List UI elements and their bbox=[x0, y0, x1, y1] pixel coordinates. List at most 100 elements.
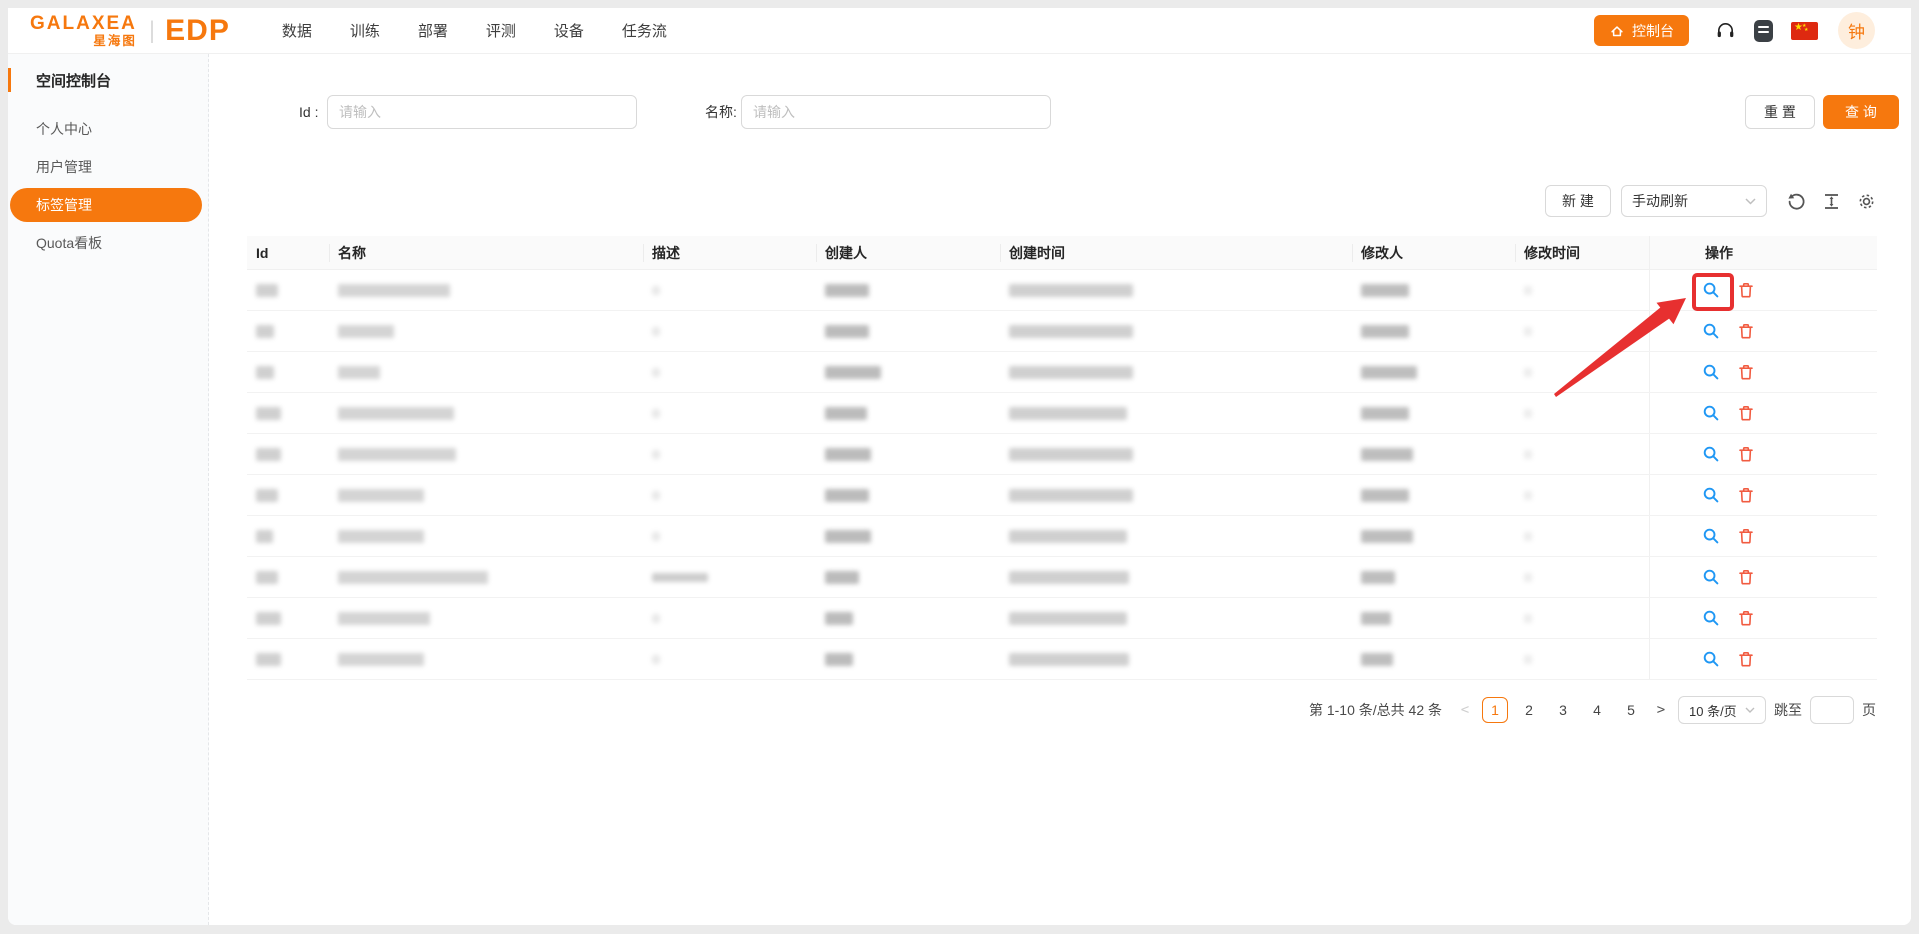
cell bbox=[329, 557, 643, 597]
sidebar-menu: 个人中心 用户管理 标签管理 Quota看板 bbox=[8, 110, 208, 262]
page-button-3[interactable]: 3 bbox=[1550, 697, 1576, 723]
cell bbox=[816, 639, 1000, 679]
cell bbox=[643, 639, 816, 679]
delete-button[interactable] bbox=[1737, 609, 1755, 627]
column-height-icon[interactable] bbox=[1823, 193, 1840, 210]
blurred-text bbox=[256, 365, 274, 379]
blurred-text bbox=[1361, 365, 1417, 379]
cell bbox=[816, 270, 1000, 310]
nav-item-6[interactable]: 任务流 bbox=[622, 20, 667, 41]
cell bbox=[1515, 352, 1649, 392]
blurred-text bbox=[1361, 488, 1409, 502]
actions-cell bbox=[1649, 516, 1877, 556]
cell bbox=[329, 393, 643, 433]
blurred-text bbox=[256, 570, 278, 584]
logo-divider: | bbox=[148, 16, 156, 44]
user-avatar[interactable]: 钟 bbox=[1838, 12, 1875, 49]
delete-button[interactable] bbox=[1737, 486, 1755, 504]
table-row bbox=[247, 393, 1877, 434]
sidebar-item-4[interactable]: Quota看板 bbox=[8, 224, 208, 262]
sidebar-item-2[interactable]: 用户管理 bbox=[8, 148, 208, 186]
delete-button[interactable] bbox=[1737, 445, 1755, 463]
view-button[interactable] bbox=[1702, 322, 1720, 340]
blurred-text bbox=[256, 652, 281, 666]
filter-form: Id : 名称: 重 置 查 询 bbox=[209, 95, 1911, 129]
cell bbox=[329, 475, 643, 515]
delete-button[interactable] bbox=[1737, 527, 1755, 545]
magnifier-icon bbox=[1703, 446, 1719, 462]
page-button-5[interactable]: 5 bbox=[1618, 697, 1644, 723]
cell bbox=[247, 639, 329, 679]
nav-item-3[interactable]: 部署 bbox=[418, 20, 448, 41]
console-button[interactable]: 控制台 bbox=[1594, 15, 1689, 46]
new-button[interactable]: 新 建 bbox=[1545, 185, 1611, 217]
blurred-text bbox=[1361, 611, 1391, 625]
reset-button[interactable]: 重 置 bbox=[1745, 95, 1815, 129]
search-button[interactable]: 查 询 bbox=[1823, 95, 1899, 129]
view-button[interactable] bbox=[1702, 445, 1720, 463]
cell bbox=[329, 598, 643, 638]
prev-page-button[interactable]: < bbox=[1456, 702, 1474, 718]
headset-icon[interactable] bbox=[1715, 20, 1736, 41]
terminal-book-icon[interactable] bbox=[1754, 19, 1773, 42]
cell bbox=[1515, 516, 1649, 556]
nav-item-1[interactable]: 数据 bbox=[282, 20, 312, 41]
delete-button[interactable] bbox=[1737, 363, 1755, 381]
page-button-4[interactable]: 4 bbox=[1584, 697, 1610, 723]
next-page-button[interactable]: > bbox=[1652, 702, 1670, 718]
view-button[interactable] bbox=[1702, 404, 1720, 422]
view-button[interactable] bbox=[1692, 273, 1734, 311]
nav-item-5[interactable]: 设备 bbox=[554, 20, 584, 41]
view-button[interactable] bbox=[1702, 650, 1720, 668]
magnifier-icon bbox=[1703, 282, 1719, 298]
console-label: 控制台 bbox=[1632, 22, 1674, 39]
id-filter-label: Id : bbox=[299, 104, 319, 120]
gear-icon[interactable] bbox=[1857, 192, 1876, 211]
cell bbox=[1000, 311, 1352, 351]
view-button[interactable] bbox=[1702, 363, 1720, 381]
china-flag-icon[interactable]: ★ ★ ★ bbox=[1791, 21, 1818, 40]
sidebar-item-3[interactable]: 标签管理 bbox=[10, 188, 202, 222]
blurred-text bbox=[1524, 531, 1532, 541]
blurred-text bbox=[1009, 447, 1133, 461]
cell bbox=[643, 393, 816, 433]
blurred-text bbox=[825, 406, 867, 420]
cell bbox=[1515, 393, 1649, 433]
name-filter-input[interactable] bbox=[741, 95, 1051, 129]
view-button[interactable] bbox=[1702, 527, 1720, 545]
delete-button[interactable] bbox=[1737, 404, 1755, 422]
delete-button[interactable] bbox=[1737, 568, 1755, 586]
column-header: 描述 bbox=[643, 236, 816, 269]
chevron-down-icon bbox=[1745, 197, 1756, 205]
delete-button[interactable] bbox=[1737, 650, 1755, 668]
delete-button[interactable] bbox=[1737, 281, 1755, 299]
jump-suffix: 页 bbox=[1862, 702, 1876, 718]
column-header: 修改人 bbox=[1352, 236, 1515, 269]
tags-table: Id 名称 描述 创建人 创建时间 修改人 修改时间 操作 bbox=[247, 236, 1877, 680]
page-size-select[interactable]: 10 条/页 bbox=[1678, 696, 1766, 724]
sidebar-item-1[interactable]: 个人中心 bbox=[8, 110, 208, 148]
table-header: Id 名称 描述 创建人 创建时间 修改人 修改时间 操作 bbox=[247, 236, 1877, 270]
trash-icon bbox=[1739, 610, 1753, 625]
refresh-mode-select[interactable]: 手动刷新 bbox=[1621, 185, 1767, 217]
delete-button[interactable] bbox=[1737, 322, 1755, 340]
logo-text: GALAXEA bbox=[30, 12, 137, 34]
cell bbox=[1000, 639, 1352, 679]
id-filter-input[interactable] bbox=[327, 95, 637, 129]
view-button[interactable] bbox=[1702, 609, 1720, 627]
reload-icon[interactable] bbox=[1787, 192, 1806, 211]
page-button-1[interactable]: 1 bbox=[1482, 697, 1508, 723]
cell bbox=[247, 516, 329, 556]
page-button-2[interactable]: 2 bbox=[1516, 697, 1542, 723]
cell bbox=[329, 639, 643, 679]
view-button[interactable] bbox=[1702, 486, 1720, 504]
cell bbox=[643, 352, 816, 392]
blurred-text bbox=[338, 488, 424, 502]
blurred-text bbox=[652, 613, 660, 623]
view-button[interactable] bbox=[1702, 568, 1720, 586]
blurred-text bbox=[1009, 488, 1133, 502]
nav-item-4[interactable]: 评测 bbox=[486, 20, 516, 41]
home-icon bbox=[1609, 23, 1625, 39]
nav-item-2[interactable]: 训练 bbox=[350, 20, 380, 41]
jump-page-input[interactable] bbox=[1810, 696, 1854, 724]
